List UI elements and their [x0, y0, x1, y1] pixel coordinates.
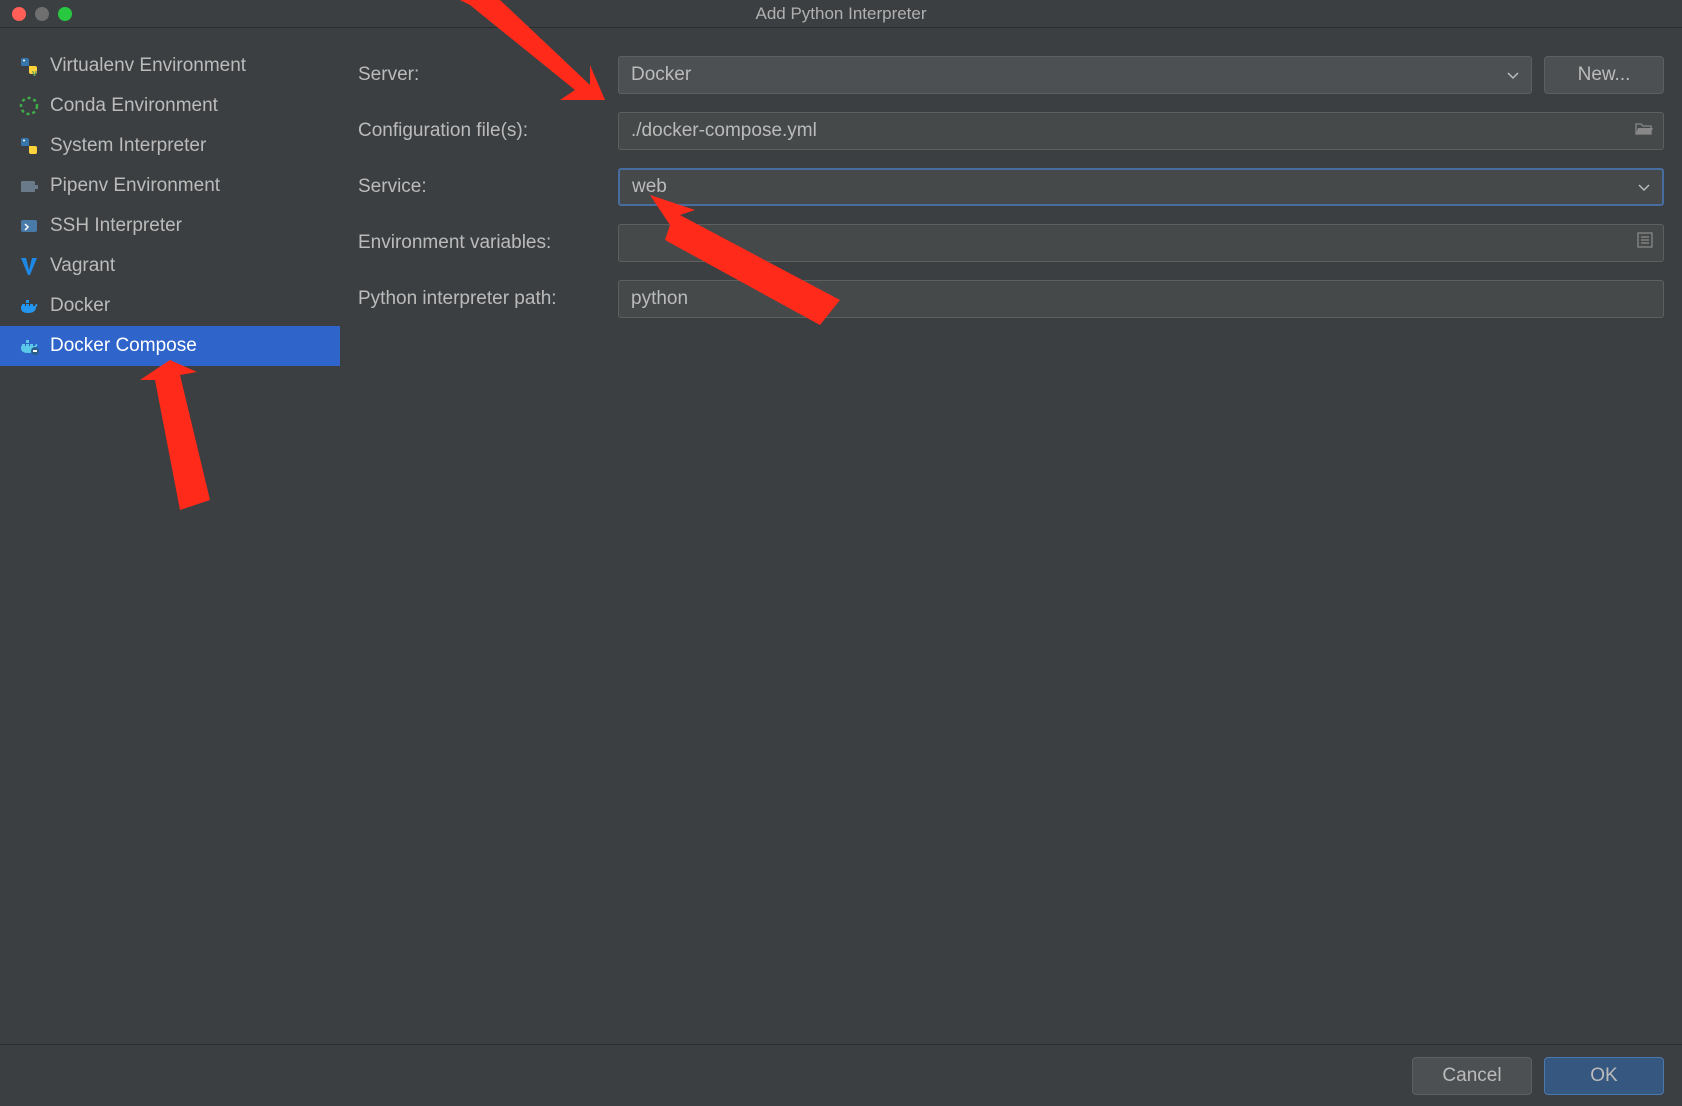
pipenv-icon — [18, 175, 40, 197]
dialog-footer: Cancel OK — [0, 1044, 1682, 1106]
sidebar-item-label: Docker Compose — [50, 335, 197, 357]
config-label: Configuration file(s): — [358, 120, 606, 142]
svg-text:v: v — [32, 68, 37, 77]
server-label: Server: — [358, 64, 606, 86]
sidebar-item-docker-compose[interactable]: Docker Compose — [0, 326, 340, 366]
maximize-window-icon[interactable] — [58, 7, 72, 21]
form-panel: Server: Docker New... Configuration file… — [340, 28, 1682, 1044]
sidebar-item-label: Docker — [50, 295, 110, 317]
folder-open-icon[interactable] — [1635, 120, 1653, 142]
interpreter-path-input[interactable]: python — [618, 280, 1664, 318]
config-files-value: ./docker-compose.yml — [631, 120, 817, 142]
ssh-icon — [18, 215, 40, 237]
vagrant-icon — [18, 255, 40, 277]
service-dropdown-value: web — [632, 176, 667, 198]
chevron-down-icon — [1507, 64, 1519, 86]
python-v-icon: v — [18, 55, 40, 77]
docker-compose-icon — [18, 335, 40, 357]
config-files-input[interactable]: ./docker-compose.yml — [618, 112, 1664, 150]
sidebar-item-label: Pipenv Environment — [50, 175, 220, 197]
service-label: Service: — [358, 176, 606, 198]
ok-button[interactable]: OK — [1544, 1057, 1664, 1095]
sidebar-item-pipenv[interactable]: Pipenv Environment — [0, 166, 340, 206]
minimize-window-icon[interactable] — [35, 7, 49, 21]
chevron-down-icon — [1638, 176, 1650, 198]
server-dropdown[interactable]: Docker — [618, 56, 1532, 94]
docker-icon — [18, 295, 40, 317]
list-edit-icon[interactable] — [1637, 232, 1653, 254]
env-label: Environment variables: — [358, 232, 606, 254]
sidebar-item-docker[interactable]: Docker — [0, 286, 340, 326]
sidebar-item-label: Conda Environment — [50, 95, 218, 117]
env-variables-input[interactable] — [618, 224, 1664, 262]
close-window-icon[interactable] — [12, 7, 26, 21]
interpreter-path-label: Python interpreter path: — [358, 288, 606, 310]
sidebar-item-virtualenv[interactable]: v Virtualenv Environment — [0, 46, 340, 86]
sidebar-item-vagrant[interactable]: Vagrant — [0, 246, 340, 286]
sidebar-item-label: SSH Interpreter — [50, 215, 182, 237]
conda-icon — [18, 95, 40, 117]
python-icon — [18, 135, 40, 157]
sidebar-item-label: Virtualenv Environment — [50, 55, 246, 77]
window-controls — [0, 7, 72, 21]
sidebar-item-label: Vagrant — [50, 255, 115, 277]
sidebar-item-ssh[interactable]: SSH Interpreter — [0, 206, 340, 246]
new-server-button[interactable]: New... — [1544, 56, 1664, 94]
sidebar-item-label: System Interpreter — [50, 135, 206, 157]
cancel-button[interactable]: Cancel — [1412, 1057, 1532, 1095]
sidebar-item-conda[interactable]: Conda Environment — [0, 86, 340, 126]
sidebar-item-system[interactable]: System Interpreter — [0, 126, 340, 166]
interpreter-path-value: python — [631, 288, 688, 310]
titlebar: Add Python Interpreter — [0, 0, 1682, 28]
server-dropdown-value: Docker — [631, 64, 691, 86]
interpreter-type-sidebar: v Virtualenv Environment Conda Environme… — [0, 28, 340, 1044]
window-title: Add Python Interpreter — [755, 4, 926, 24]
service-dropdown[interactable]: web — [618, 168, 1664, 206]
